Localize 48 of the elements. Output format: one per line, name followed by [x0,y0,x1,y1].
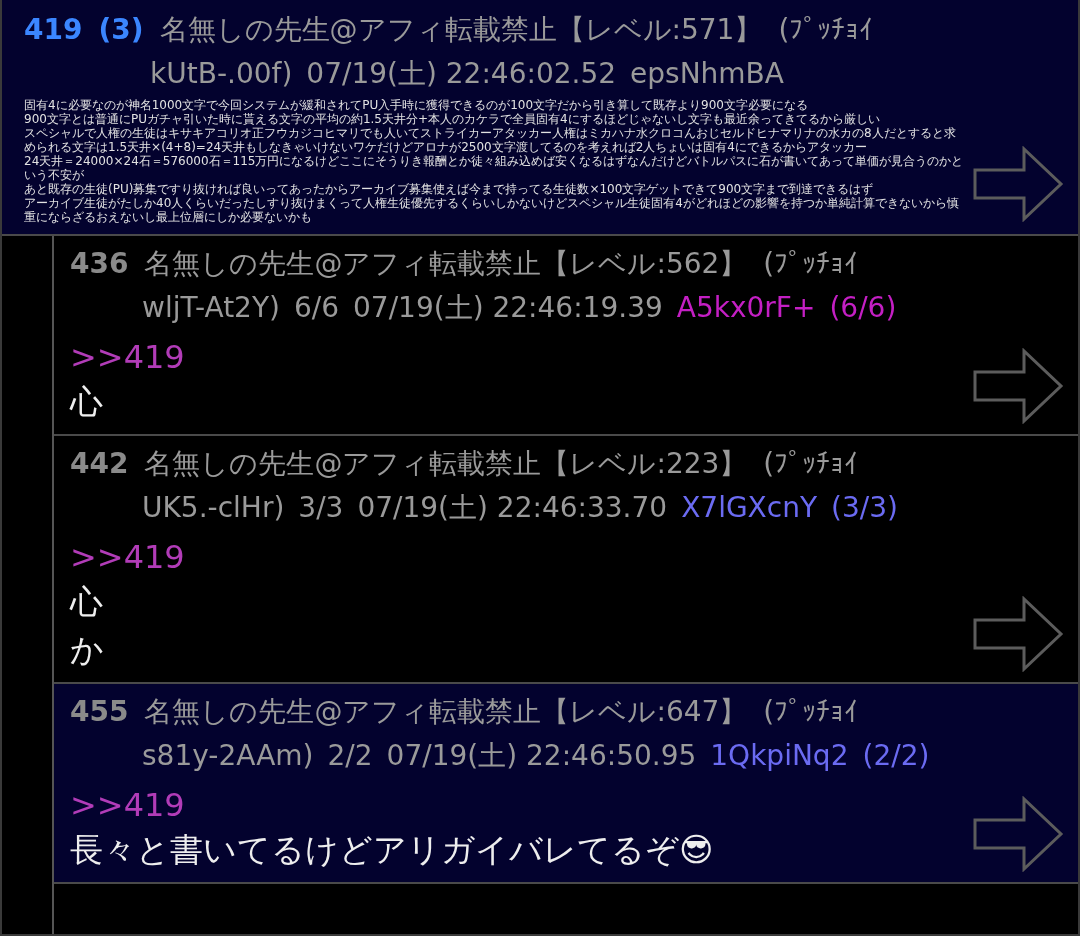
right-arrow-icon[interactable] [972,596,1064,672]
poster-trip-tail: kUtB-.00f) [150,56,293,92]
poster-id-count: (3/3) [831,490,898,526]
post-text: 心 [70,581,104,623]
post-text: 24天井＝24000×24石＝576000石＝115万円になるけどここにそうりき報酬とか徒々組み込めば安くなるはずなんだけどバトルパスに石が書いてあって単価が見合うのかという不安が [24,154,965,182]
poster-trip: (ﾌﾟｯﾁｮｲ [763,246,859,282]
post-date: 07/19(土) 22:46:19.39 [353,290,663,326]
post-number[interactable]: 442 [70,442,129,486]
right-arrow-icon[interactable] [972,348,1064,424]
poster-name: 名無しの先生@アフィ転載禁止【レベル:562】 [144,246,748,282]
post-text: 固有4に必要なのが神名1000文字で今回システムが緩和されてPU入手時に獲得できるのが100文字だから引き算して既存より900文字必要になる [24,98,809,112]
post-text: あと既存の生徒(PU)募集ですり抜ければ良いってあったからアーカイブ募集使えば今まで持ってる生徒数×100文字ゲットできて900文字まで到達できるはず [24,182,875,196]
post-date: 07/19(土) 22:46:33.70 [357,490,668,526]
post-number[interactable]: 455 [70,690,129,734]
post-text: か [70,629,105,671]
post-text: スペシャルで人権の生徒はキサキアコリオ正フウカジコヒマリでも人いてストライカーアタッカー人権はミカハナ水クロコんおじセルドヒナマリナの水カの8人だとすると求められる文字は1.5天井×(4+8)=24天井もしなきゃいけないワケだけどアロナが2500文字渡してるのを考えれば2人ちょいは固有4にできるからアタッカー [24,126,957,154]
poster-id[interactable]: 1QkpiNq2 [710,734,849,778]
poster-name: 名無しの先生@アフィ転載禁止【レベル:647】 [144,694,748,730]
post-text: 長々と書いてるけどアリガイバレてるぞ😎 [70,829,715,871]
right-arrow-icon[interactable] [972,146,1064,222]
poster-trip-tail: wljT-At2Y) [142,290,280,326]
poster-id-count: (2/2) [862,738,930,774]
reply-anchor-link[interactable]: >>419 [70,784,185,826]
reply-anchor-link[interactable]: >>419 [70,336,185,378]
post-number[interactable]: 419 [24,8,83,52]
poster-trip: (ﾌﾟｯﾁｮｲ [763,694,859,730]
poster-name: 名無しの先生@アフィ転載禁止【レベル:571】 [159,12,763,48]
right-arrow-icon[interactable] [972,796,1064,872]
poster-trip-tail: UK5.-clHr) [142,490,285,526]
poster-trip-tail: s81y-2AAm) [142,738,314,774]
reply-count[interactable]: (3) [98,8,144,52]
post-count: 6/6 [293,290,340,326]
post-text: 心 [70,381,104,423]
post-text: アーカイブ生徒がたしか40人くらいだったしすり抜けまくって人権生徒優先するくらいしかないけどスペシャル生徒固有4がどれほどの影響を持つか単純計算できないから慎重にならざるおえないし最上位層にしか必要ないかも [24,196,960,224]
poster-id-count: (6/6) [829,290,897,326]
post-date: 07/19(土) 22:46:02.52 [306,56,617,92]
poster-trip: (ﾌﾟｯﾁｮｲ [778,12,874,48]
post-date: 07/19(土) 22:46:50.95 [386,738,697,774]
reply-anchor-link[interactable]: >>419 [70,536,185,578]
poster-trip: (ﾌﾟｯﾁｮｲ [763,446,859,482]
post-number[interactable]: 436 [70,242,129,286]
poster-id[interactable]: epsNhmBA [630,52,784,96]
post-text: 900文字とは普通にPUガチャ引いた時に貰える文字の平均の約1.5天井分+本人のカケラで全員固有4にするほどじゃないし文字も最近余ってきてるから厳しい [24,112,881,126]
post-count: 2/2 [327,738,373,774]
poster-name: 名無しの先生@アフィ転載禁止【レベル:223】 [144,446,748,482]
poster-id[interactable]: A5kx0rF+ [676,286,816,330]
post-count: 3/3 [298,490,344,526]
poster-id[interactable]: X7lGXcnY [681,486,818,530]
